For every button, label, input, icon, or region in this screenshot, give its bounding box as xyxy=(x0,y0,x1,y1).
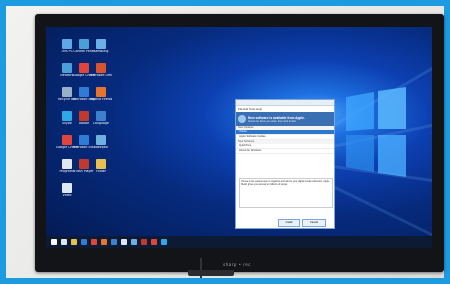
desktop-icon-glyph xyxy=(62,183,72,193)
taskbar-app-icon[interactable] xyxy=(161,239,167,245)
taskbar-app-icon[interactable] xyxy=(51,239,57,245)
taskbar-app-icon[interactable] xyxy=(141,239,147,245)
taskbar-app-icon[interactable] xyxy=(101,239,107,245)
taskbar-app-icon[interactable] xyxy=(61,239,67,245)
desktop-icon-glyph xyxy=(96,39,106,49)
install-button[interactable]: Install xyxy=(278,219,300,227)
desktop-icon-glyph xyxy=(79,39,89,49)
apple-update-icon xyxy=(238,115,246,123)
desktop-icon-glyph xyxy=(79,87,89,97)
monitor-brand: sharp • rec xyxy=(223,262,251,267)
desktop-icon-glyph xyxy=(96,111,106,121)
monitor-stand xyxy=(188,270,234,276)
desktop-icon[interactable]: Microsoft Office 2013 xyxy=(90,63,112,78)
update-row[interactable]: iCloud for Windows xyxy=(236,149,334,154)
taskbar-app-icon[interactable] xyxy=(91,239,97,245)
taskbar-app-icon[interactable] xyxy=(121,239,127,245)
desktop-icon-glyph xyxy=(62,135,72,145)
desktop-icon-label: Samsung xyxy=(93,50,109,53)
desktop-icon-label: Folder xyxy=(96,170,106,173)
desktop-icon[interactable]: Video xyxy=(56,183,78,198)
desktop-icon-glyph xyxy=(62,39,72,49)
taskbar-app-icon[interactable] xyxy=(151,239,157,245)
taskbar-app-icon[interactable] xyxy=(131,239,137,245)
desktop-icon-glyph xyxy=(62,111,72,121)
desktop-icon-glyph xyxy=(96,63,106,73)
desktop-icon[interactable]: Folder xyxy=(90,159,112,174)
desktop-icon-glyph xyxy=(62,63,72,73)
taskbar xyxy=(46,236,432,248)
desktop-icon-label: Video xyxy=(62,194,72,197)
desktop-icon-glyph xyxy=(79,111,89,121)
taskbar-app-icon[interactable] xyxy=(111,239,117,245)
desktop-icon-glyph xyxy=(79,159,89,169)
taskbar-app-icon[interactable] xyxy=(71,239,77,245)
desktop-icon-glyph xyxy=(62,87,72,97)
desktop-icon-glyph xyxy=(79,63,89,73)
windows-logo xyxy=(346,87,406,177)
taskbar-app-icon[interactable] xyxy=(81,239,87,245)
desktop-icon[interactable]: Samsung xyxy=(90,39,112,54)
cancel-button[interactable]: Cancel xyxy=(302,219,326,227)
desktop-icon-glyph xyxy=(62,159,72,169)
desktop-icon-glyph xyxy=(96,135,106,145)
desktop-icon[interactable]: Mozilla Firefox xyxy=(90,87,112,102)
desktop-icon-glyph xyxy=(96,87,106,97)
dialog-subtitle: Select the items you want, then click In… xyxy=(248,119,297,123)
taskbar-icons xyxy=(49,239,169,245)
dialog-header: New software is available from Apple. Se… xyxy=(236,112,334,126)
update-description: iTunes is the easiest way to organize an… xyxy=(239,178,333,208)
apple-software-update-dialog: File Edit Tools Help New software is ava… xyxy=(235,99,335,229)
desktop-icon[interactable]: Language xyxy=(90,111,112,126)
desktop-icon-label: Language xyxy=(93,122,109,125)
dialog-title: New software is available from Apple. xyxy=(248,115,305,120)
desktop-screen: This PC Control Panel Samsung Network Google… xyxy=(46,27,432,248)
desktop-icon-glyph xyxy=(79,135,89,145)
desktop-icon-label: Microsoft Office 2013 xyxy=(90,74,112,77)
desktop-icon-glyph xyxy=(96,159,106,169)
desktop-icon-label: Notepad xyxy=(94,146,108,149)
desktop-icon[interactable]: Notepad xyxy=(90,135,112,150)
desktop-icon-label: Mozilla Firefox xyxy=(90,98,112,101)
